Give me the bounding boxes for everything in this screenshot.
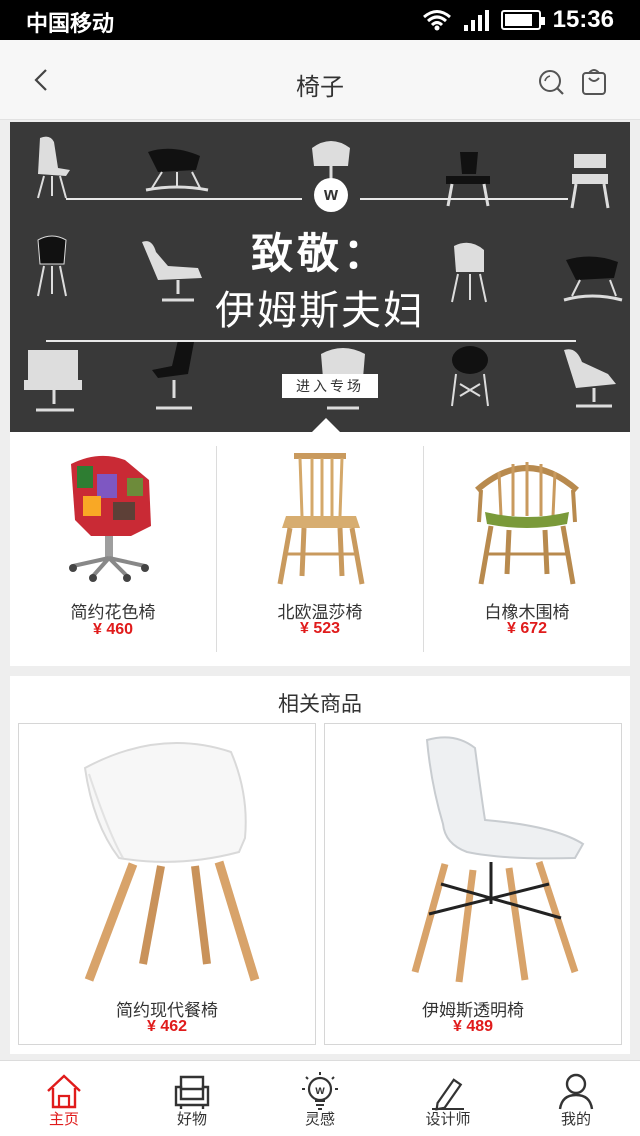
battery-icon xyxy=(500,10,545,30)
product-image xyxy=(69,455,151,582)
product-price: ¥ 462 xyxy=(146,1018,188,1035)
product-card[interactable]: 简约花色椅 ¥ 460 xyxy=(10,432,216,666)
tab-label: 我的 xyxy=(560,1110,591,1128)
shopping-bag-icon[interactable] xyxy=(580,66,608,96)
related-product-card[interactable]: 简约现代餐椅 ¥ 462 xyxy=(18,723,316,1045)
tab-designer[interactable]: 设计师 xyxy=(384,1061,512,1136)
product-price: ¥ 672 xyxy=(506,620,548,637)
sofa-icon xyxy=(174,1075,210,1109)
promo-banner[interactable]: w 致敬： 伊姆斯夫妇 进入专场 xyxy=(10,122,630,432)
chair-silhouette-icon xyxy=(451,346,489,407)
search-icon[interactable] xyxy=(537,68,565,96)
section-title: 相关商品 xyxy=(278,692,362,716)
product-image xyxy=(277,453,365,585)
tab-label: 设计师 xyxy=(425,1110,471,1128)
brand-logo: w xyxy=(314,178,348,212)
tab-home[interactable]: 主页 xyxy=(0,1061,128,1136)
signal-icon xyxy=(463,9,489,31)
product-name: 简约花色椅 xyxy=(70,603,156,623)
related-products-section: 相关商品 简约现代餐椅 ¥ 462 伊姆斯透明椅 ¥ 489 xyxy=(10,676,630,1054)
product-image xyxy=(475,462,579,585)
chair-silhouette-icon xyxy=(564,349,616,408)
user-icon xyxy=(558,1073,594,1110)
chair-silhouette-icon xyxy=(37,136,70,199)
tab-inspiration[interactable]: w 灵感 xyxy=(256,1061,384,1136)
related-product-card[interactable]: 伊姆斯透明椅 ¥ 489 xyxy=(324,723,622,1045)
chair-silhouette-icon xyxy=(24,350,82,412)
tab-mine[interactable]: 我的 xyxy=(512,1061,640,1136)
product-row: 简约花色椅 ¥ 460 北欧温莎椅 ¥ 523 白橡木围椅 ¥ 672 xyxy=(10,432,630,666)
enter-special-button[interactable]: 进入专场 xyxy=(282,374,378,398)
home-icon xyxy=(47,1074,81,1109)
carrier-name: 中国移动 xyxy=(26,11,115,36)
wifi-icon xyxy=(422,10,451,31)
banner-subheadline: 伊姆斯夫妇 xyxy=(215,288,425,334)
product-price: ¥ 460 xyxy=(92,621,134,638)
svg-text:w: w xyxy=(314,1083,325,1097)
chair-silhouette-icon xyxy=(152,340,194,410)
tab-label: 好物 xyxy=(176,1110,207,1128)
product-price: ¥ 489 xyxy=(452,1018,494,1035)
status-bar: 中国移动 15:36 xyxy=(0,0,640,40)
tab-label: 灵感 xyxy=(304,1110,335,1128)
status-time: 15:36 xyxy=(552,6,614,33)
pencil-icon xyxy=(432,1078,464,1111)
tab-label: 主页 xyxy=(48,1110,79,1128)
banner-pointer xyxy=(312,418,340,432)
chair-silhouette-icon xyxy=(570,154,610,209)
nav-bar: 椅子 xyxy=(0,40,640,120)
chair-silhouette-icon xyxy=(145,148,209,192)
lightbulb-icon: w xyxy=(302,1072,338,1110)
product-card[interactable]: 白橡木围椅 ¥ 672 xyxy=(423,446,630,652)
tab-goods[interactable]: 好物 xyxy=(128,1061,256,1136)
bottom-tab-bar: 主页 好物 w 灵感 设计师 我的 xyxy=(0,1060,640,1136)
banner-headline: 致敬： xyxy=(250,229,389,278)
product-card[interactable]: 北欧温莎椅 ¥ 523 xyxy=(216,446,423,652)
product-image xyxy=(411,736,585,983)
product-price: ¥ 523 xyxy=(299,620,341,637)
product-image xyxy=(83,742,260,982)
